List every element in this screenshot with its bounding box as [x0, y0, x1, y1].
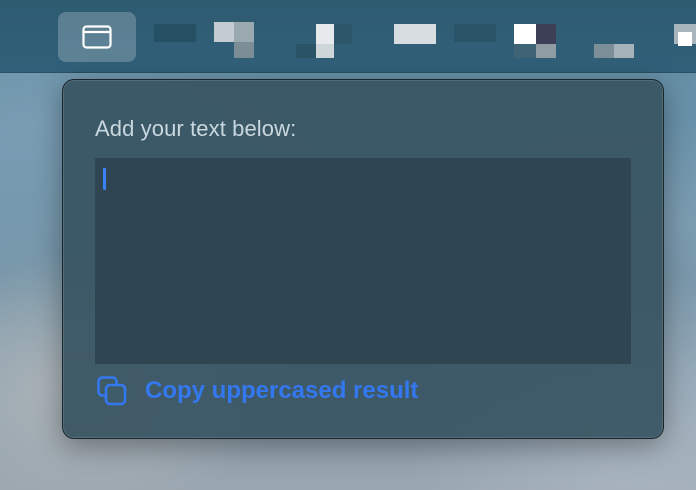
text-popover: Add your text below: Copy uppercased res…	[62, 79, 664, 439]
copy-icon	[97, 376, 127, 406]
copy-uppercased-button[interactable]: Copy uppercased result	[97, 376, 418, 406]
desktop: Add your text below: Copy uppercased res…	[0, 0, 696, 490]
text-caret	[103, 168, 106, 190]
copy-uppercased-label: Copy uppercased result	[145, 377, 419, 404]
menubar-extra-blurred-8[interactable]	[674, 12, 696, 62]
menubar-extra-blurred-5[interactable]	[454, 12, 496, 62]
text-input-area[interactable]	[95, 158, 631, 364]
menubar-extra-blurred-7[interactable]	[594, 12, 636, 62]
menu-bar	[0, 0, 696, 73]
menubar-extra-blurred-4[interactable]	[394, 12, 436, 62]
popover-heading: Add your text below:	[95, 116, 297, 141]
menubar-extra-blurred-2[interactable]	[214, 12, 256, 62]
window-icon	[82, 25, 112, 49]
menubar-extra-blurred-1[interactable]	[154, 12, 196, 62]
menubar-extra-blurred-6[interactable]	[514, 12, 556, 62]
menubar-extra-text-tool[interactable]	[58, 12, 136, 62]
menubar-extra-blurred-3[interactable]	[296, 12, 356, 62]
